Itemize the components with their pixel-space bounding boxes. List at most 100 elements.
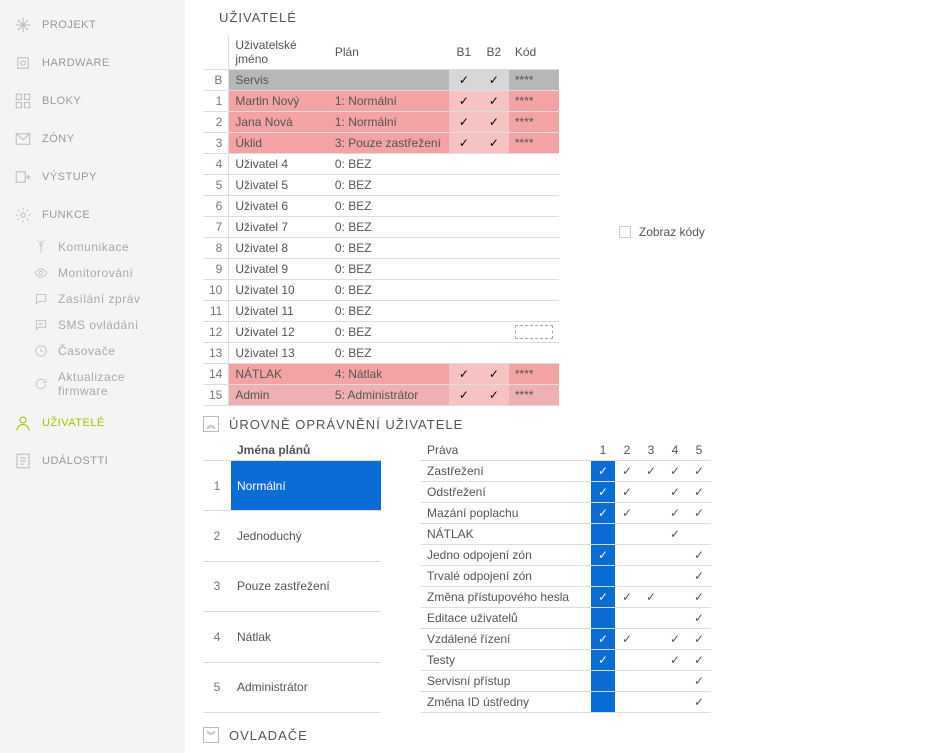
sidebar-item-sms[interactable]: SMS ovládání: [0, 312, 185, 338]
sidebar-item-vystupy[interactable]: VÝSTUPY: [0, 158, 185, 196]
cell-plan[interactable]: 0: BEZ: [329, 259, 449, 280]
cell-b1[interactable]: [449, 322, 479, 343]
cell-right-check[interactable]: ✓: [663, 650, 687, 671]
cell-b2[interactable]: [479, 217, 509, 238]
cell-right-check[interactable]: [591, 692, 615, 713]
plans-table[interactable]: Jména plánů 1Normální2Jednoduchý3Pouze z…: [203, 440, 381, 713]
cell-right-check[interactable]: [639, 650, 663, 671]
table-row[interactable]: Zastřežení✓✓✓✓✓: [421, 461, 711, 482]
table-row[interactable]: NÁTLAK✓: [421, 524, 711, 545]
cell-kod[interactable]: [509, 343, 559, 364]
cell-right-check[interactable]: [663, 587, 687, 608]
table-row[interactable]: Editace uživatelů✓: [421, 608, 711, 629]
cell-name[interactable]: Admin: [229, 385, 329, 406]
cell-name[interactable]: Uživatel 11: [229, 301, 329, 322]
cell-kod[interactable]: [509, 259, 559, 280]
table-row[interactable]: 12Uživatel 120: BEZ: [203, 322, 559, 343]
cell-right-check[interactable]: [663, 692, 687, 713]
th-kod[interactable]: Kód: [509, 35, 559, 70]
sidebar-item-uzivatele[interactable]: UŽIVATELÉ: [0, 404, 185, 442]
table-row[interactable]: 1Martin Nový1: Normální✓✓****: [203, 91, 559, 112]
cell-right-check[interactable]: [639, 545, 663, 566]
cell-kod[interactable]: [509, 217, 559, 238]
cell-right-check[interactable]: ✓: [687, 545, 711, 566]
cell-right-name[interactable]: Servisní přístup: [421, 671, 591, 692]
cell-right-check[interactable]: ✓: [687, 461, 711, 482]
th-c1[interactable]: 1: [591, 440, 615, 461]
cell-b1[interactable]: ✓: [449, 385, 479, 406]
cell-right-check[interactable]: [639, 482, 663, 503]
cell-name[interactable]: Jana Nová: [229, 112, 329, 133]
cell-name[interactable]: Uživatel 12: [229, 322, 329, 343]
table-row[interactable]: 1Normální: [203, 461, 381, 511]
show-codes-checkbox[interactable]: Zobraz kódy: [619, 57, 705, 406]
sidebar-item-bloky[interactable]: BLOKY: [0, 82, 185, 120]
cell-b2[interactable]: ✓: [479, 364, 509, 385]
table-row[interactable]: 3Pouze zastřežení: [203, 561, 381, 611]
cell-plan[interactable]: 5: Administrátor: [329, 385, 449, 406]
table-row[interactable]: 2Jednoduchý: [203, 511, 381, 561]
cell-right-check[interactable]: [639, 608, 663, 629]
cell-b2[interactable]: [479, 175, 509, 196]
th-b2[interactable]: B2: [479, 35, 509, 70]
cell-right-check[interactable]: [639, 524, 663, 545]
cell-right-check[interactable]: [639, 671, 663, 692]
cell-name[interactable]: Uživatel 7: [229, 217, 329, 238]
cell-name[interactable]: NÁTLAK: [229, 364, 329, 385]
cell-b1[interactable]: [449, 259, 479, 280]
cell-right-name[interactable]: Zastřežení: [421, 461, 591, 482]
cell-kod[interactable]: [509, 301, 559, 322]
cell-right-check[interactable]: ✓: [591, 587, 615, 608]
cell-kod[interactable]: [509, 154, 559, 175]
cell-plan[interactable]: 4: Nátlak: [329, 364, 449, 385]
table-row[interactable]: Odstřežení✓✓✓✓: [421, 482, 711, 503]
table-row[interactable]: 6Uživatel 60: BEZ: [203, 196, 559, 217]
cell-right-check[interactable]: ✓: [687, 566, 711, 587]
cell-right-check[interactable]: ✓: [663, 524, 687, 545]
cell-b1[interactable]: [449, 280, 479, 301]
th-plan[interactable]: Plán: [329, 35, 449, 70]
cell-b1[interactable]: ✓: [449, 112, 479, 133]
table-row[interactable]: 7Uživatel 70: BEZ: [203, 217, 559, 238]
cell-plan-name[interactable]: Jednoduchý: [231, 511, 381, 561]
table-row[interactable]: 15Admin5: Administrátor✓✓****: [203, 385, 559, 406]
cell-right-check[interactable]: ✓: [615, 482, 639, 503]
cell-b1[interactable]: ✓: [449, 364, 479, 385]
cell-b1[interactable]: [449, 217, 479, 238]
rights-table[interactable]: Práva 1 2 3 4 5 Zastřežení✓✓✓✓✓Odstřežen…: [421, 440, 711, 713]
cell-right-check[interactable]: [687, 524, 711, 545]
table-row[interactable]: 2Jana Nová1: Normální✓✓****: [203, 112, 559, 133]
cell-b2[interactable]: [479, 259, 509, 280]
cell-right-check[interactable]: ✓: [663, 461, 687, 482]
cell-plan[interactable]: 0: BEZ: [329, 238, 449, 259]
cell-b1[interactable]: [449, 175, 479, 196]
th-name[interactable]: Uživatelské jméno: [229, 35, 329, 70]
collapse-toggle-levels[interactable]: ︽: [203, 416, 219, 432]
sidebar-item-zony[interactable]: ZÓNY: [0, 120, 185, 158]
cell-b2[interactable]: [479, 238, 509, 259]
cell-right-name[interactable]: Jedno odpojení zón: [421, 545, 591, 566]
table-row[interactable]: Trvalé odpojení zón✓: [421, 566, 711, 587]
cell-name[interactable]: Uživatel 6: [229, 196, 329, 217]
cell-right-check[interactable]: [615, 650, 639, 671]
cell-right-check[interactable]: ✓: [687, 692, 711, 713]
cell-right-check[interactable]: [663, 566, 687, 587]
cell-plan-name[interactable]: Normální: [231, 461, 381, 511]
table-row[interactable]: 14NÁTLAK4: Nátlak✓✓****: [203, 364, 559, 385]
table-row[interactable]: 5Uživatel 50: BEZ: [203, 175, 559, 196]
cell-b2[interactable]: [479, 301, 509, 322]
cell-right-check[interactable]: [615, 545, 639, 566]
table-row[interactable]: 3Úklid3: Pouze zastřežení✓✓****: [203, 133, 559, 154]
cell-right-check[interactable]: ✓: [615, 587, 639, 608]
cell-right-check[interactable]: ✓: [615, 461, 639, 482]
cell-kod[interactable]: [509, 175, 559, 196]
cell-plan[interactable]: 0: BEZ: [329, 301, 449, 322]
cell-right-check[interactable]: [639, 503, 663, 524]
cell-right-check[interactable]: [615, 671, 639, 692]
cell-b2[interactable]: ✓: [479, 112, 509, 133]
cell-right-check[interactable]: ✓: [591, 545, 615, 566]
cell-kod[interactable]: ****: [509, 364, 559, 385]
cell-name[interactable]: Servis: [229, 70, 329, 91]
cell-right-check[interactable]: ✓: [615, 503, 639, 524]
cell-right-check[interactable]: [663, 608, 687, 629]
